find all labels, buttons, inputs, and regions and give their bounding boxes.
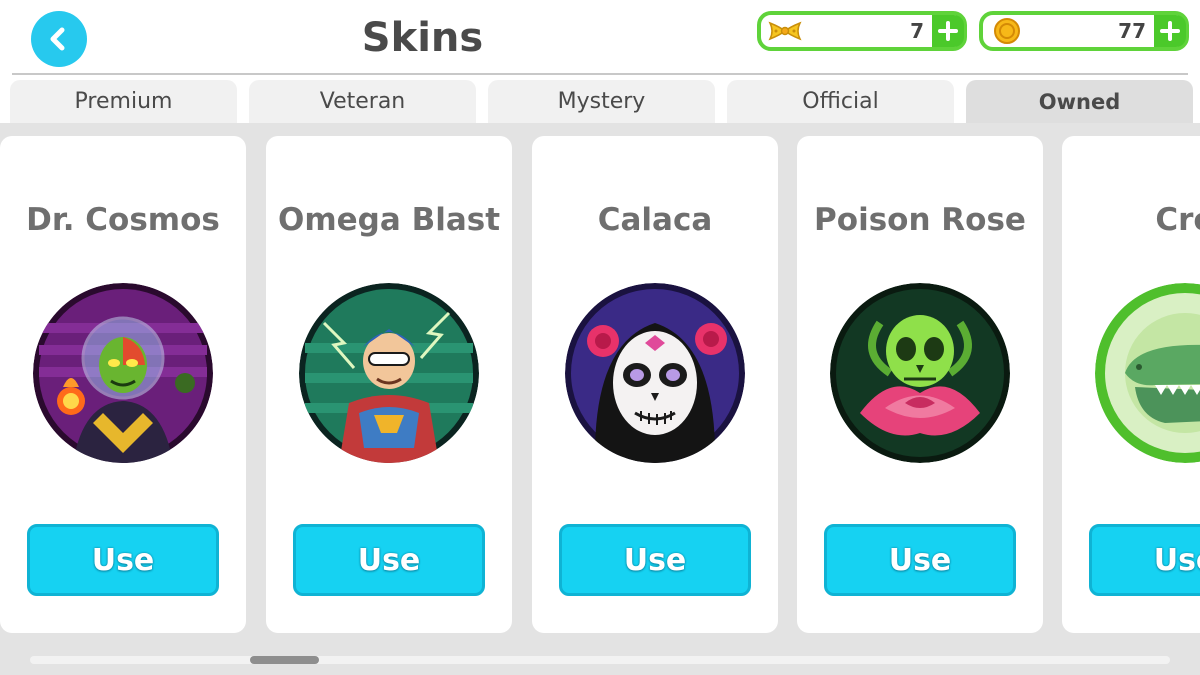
calaca-portrait <box>565 283 745 463</box>
back-button[interactable] <box>31 11 87 67</box>
horizontal-scrollbar[interactable] <box>30 656 1170 664</box>
use-button[interactable]: Use <box>824 524 1016 596</box>
header-divider <box>12 73 1188 75</box>
tab-owned[interactable]: Owned <box>966 80 1193 123</box>
crocodile-portrait <box>1095 283 1200 463</box>
skin-name: Cro <box>1155 202 1200 238</box>
use-button[interactable]: Use <box>27 524 219 596</box>
poison-rose-portrait <box>830 283 1010 463</box>
skin-name: Dr. Cosmos <box>26 202 220 238</box>
ribbon-count: 7 <box>910 19 924 43</box>
use-button[interactable]: Use <box>1089 524 1200 596</box>
use-button[interactable]: Use <box>293 524 485 596</box>
skin-name: Calaca <box>597 202 713 238</box>
skin-card: Cro Use <box>1062 136 1200 633</box>
use-button[interactable]: Use <box>559 524 751 596</box>
tab-mystery[interactable]: Mystery <box>488 80 715 123</box>
tab-veteran[interactable]: Veteran <box>249 80 476 123</box>
add-ribbons-button[interactable] <box>932 15 964 47</box>
skins-list[interactable]: Dr. Cosmos Use Omega Blast Use Calaca Us… <box>0 123 1200 675</box>
tab-official[interactable]: Official <box>727 80 954 123</box>
omega-blast-portrait <box>299 283 479 463</box>
coin-count: 77 <box>1118 19 1146 43</box>
skin-card: Dr. Cosmos Use <box>0 136 246 633</box>
plus-icon <box>1160 21 1180 41</box>
category-tabs: Premium Veteran Mystery Official Owned <box>10 80 1200 123</box>
tab-premium[interactable]: Premium <box>10 80 237 123</box>
coin-currency: 77 <box>979 11 1189 51</box>
add-coins-button[interactable] <box>1154 15 1186 47</box>
skin-name: Omega Blast <box>277 202 501 238</box>
chevron-left-icon <box>50 27 65 51</box>
ribbon-icon <box>765 15 805 47</box>
ribbon-currency: 7 <box>757 11 967 51</box>
page-title: Skins <box>361 15 484 61</box>
skin-card: Omega Blast Use <box>266 136 512 633</box>
plus-icon <box>938 21 958 41</box>
skin-name: Poison Rose <box>814 202 1026 238</box>
dr-cosmos-portrait <box>33 283 213 463</box>
skin-card: Calaca Use <box>532 136 778 633</box>
skin-card: Poison Rose Use <box>797 136 1043 633</box>
scrollbar-thumb[interactable] <box>250 656 319 664</box>
coin-icon <box>987 15 1027 47</box>
